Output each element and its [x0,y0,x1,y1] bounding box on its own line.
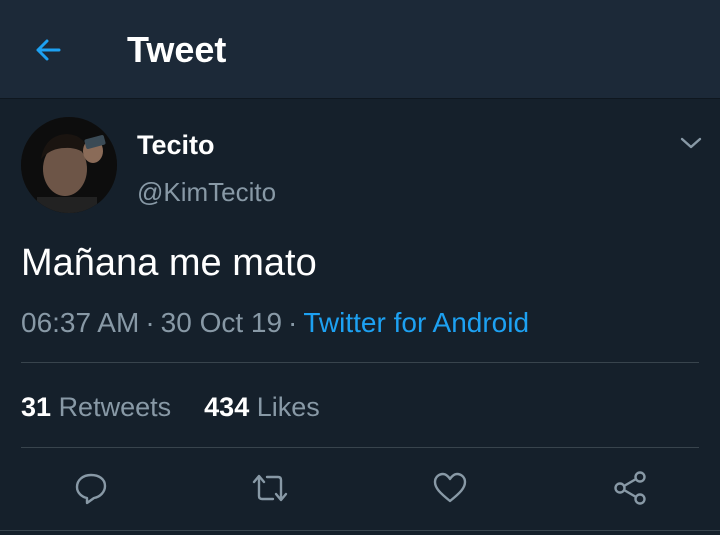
share-button[interactable] [608,466,652,510]
likes-label: Likes [256,392,320,422]
heart-icon [433,472,467,503]
author-display-name[interactable]: Tecito [137,129,215,161]
meta-separator: · [145,307,155,338]
tweet-source-link[interactable]: Twitter for Android [303,307,529,338]
reply-button[interactable] [69,466,113,510]
divider [21,362,699,363]
page-title: Tweet [127,29,227,70]
tweet-time: 06:37 AM [21,307,140,338]
retweet-icon [252,474,288,502]
reply-icon [75,473,107,505]
tweet-stats: 31 Retweets 434 Likes [21,390,320,424]
arrow-left-icon [36,39,61,61]
back-button[interactable] [24,30,72,70]
tweet-text: Mañana me mato [21,242,317,284]
tweet-meta: 06:37 AM · 30 Oct 19 · Twitter for Android [21,306,529,340]
share-icon [614,471,646,505]
more-options-button[interactable] [674,128,708,158]
meta-separator: · [288,307,298,338]
divider [0,530,720,531]
divider [21,447,699,448]
avatar[interactable] [21,117,117,213]
top-app-bar: Tweet [0,0,720,99]
retweet-button[interactable] [248,466,292,510]
tweet-date: 30 Oct 19 [160,307,283,338]
author-handle[interactable]: @KimTecito [137,176,276,208]
retweets-stat[interactable]: 31 Retweets [21,392,171,422]
like-button[interactable] [428,466,472,510]
retweets-label: Retweets [58,392,172,422]
likes-count: 434 [204,392,250,422]
user-avatar-image [21,117,117,213]
retweets-count: 31 [21,392,52,422]
chevron-down-icon [680,137,702,149]
likes-stat[interactable]: 434 Likes [204,392,320,422]
